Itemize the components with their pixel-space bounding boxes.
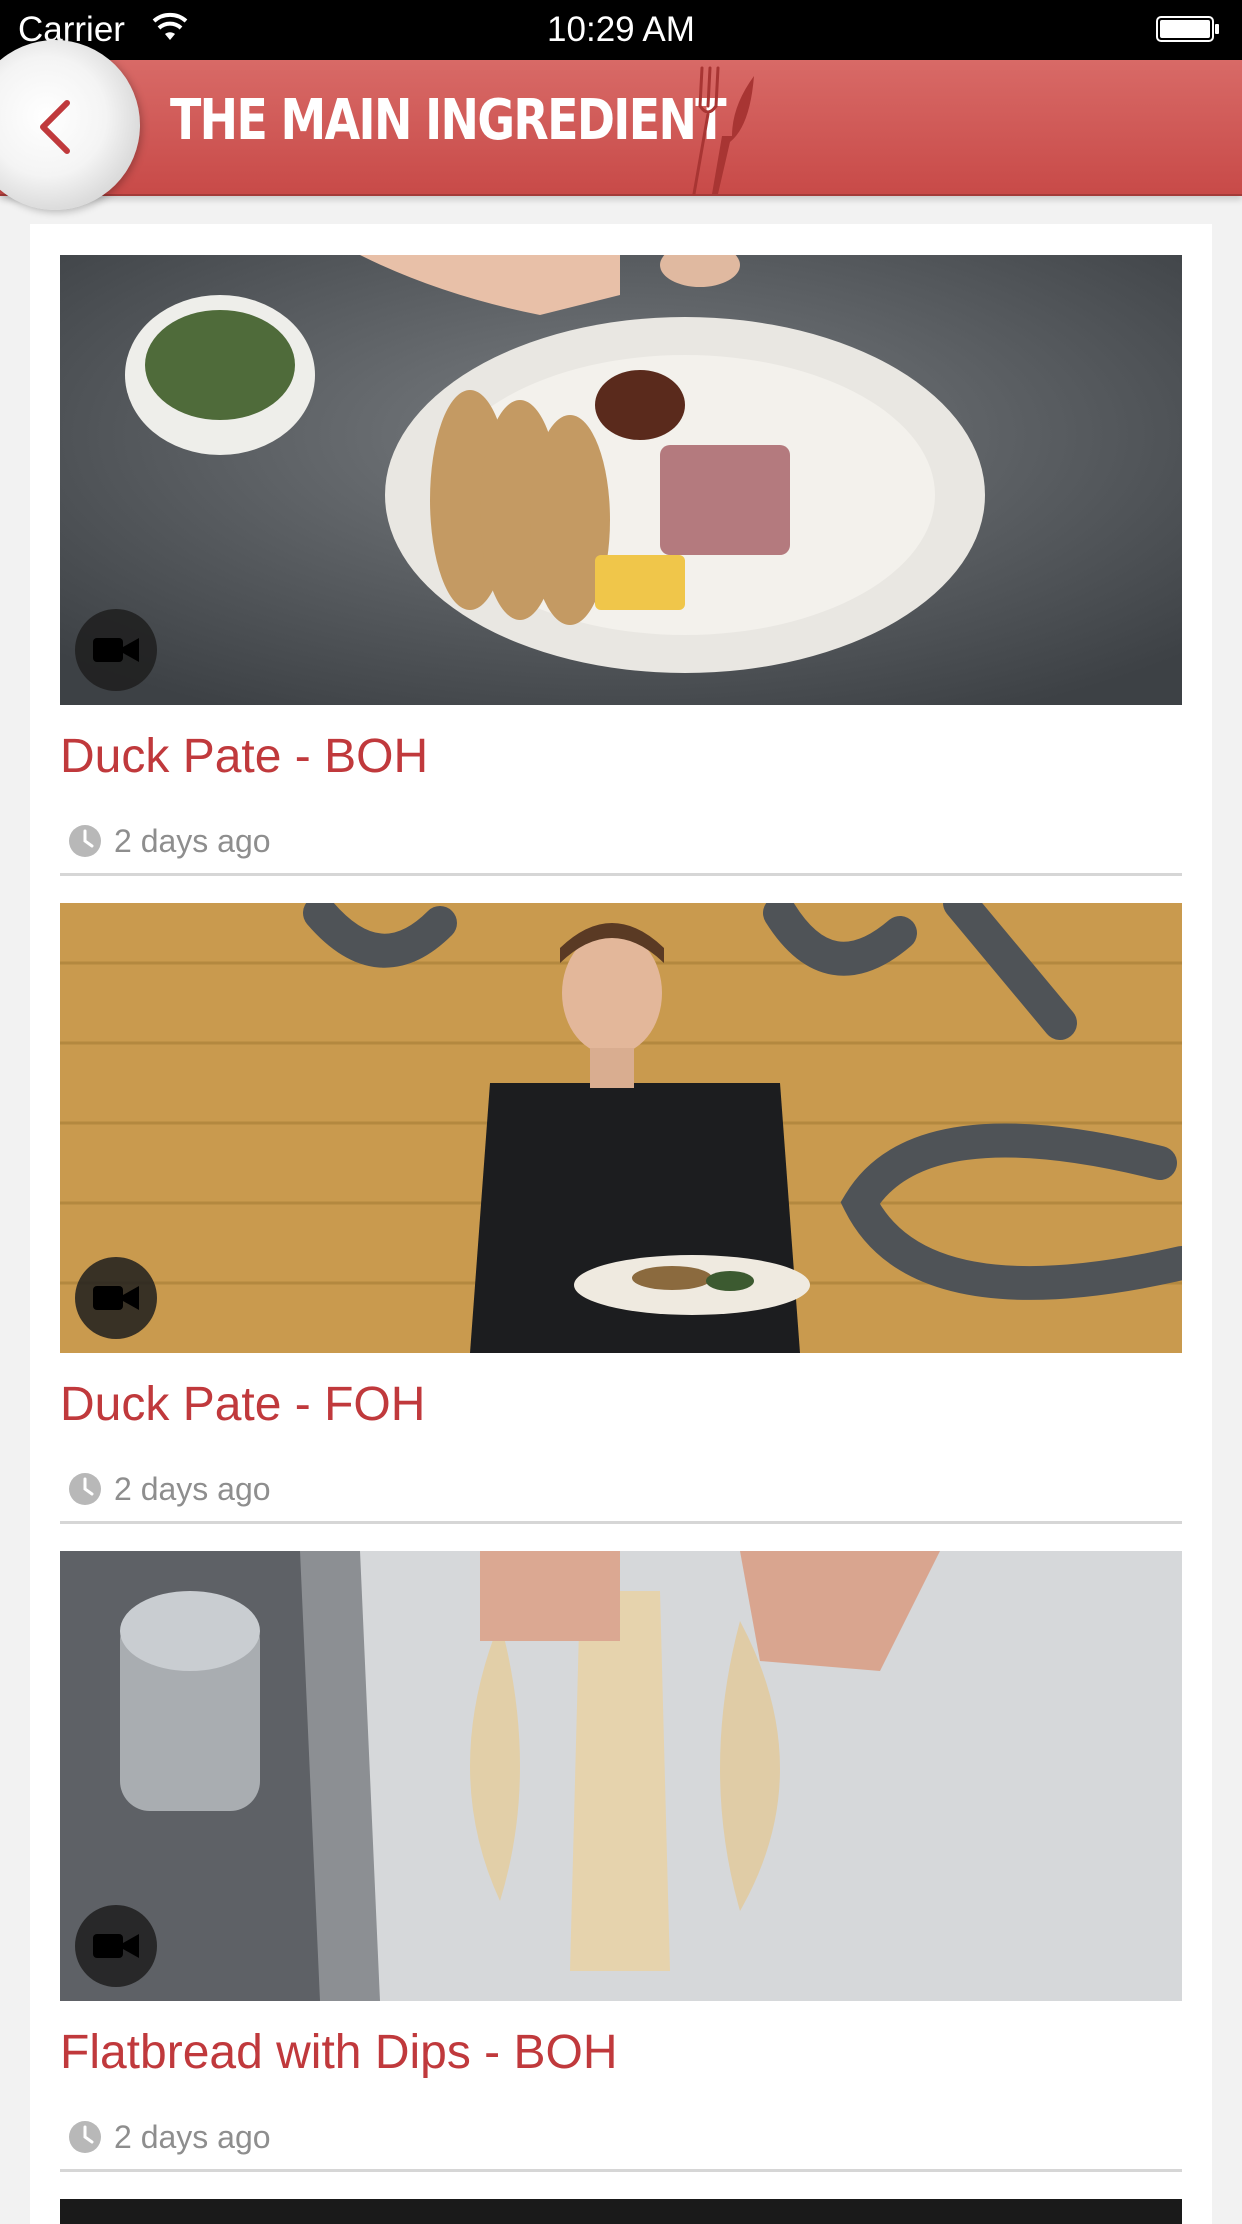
chevron-left-icon (40, 100, 70, 154)
waiter-presenting-dish-image (60, 903, 1182, 1353)
fork-knife-icon (692, 66, 754, 196)
status-bar: Carrier 10:29 AM (0, 0, 1242, 60)
divider (60, 1521, 1182, 1524)
divider (60, 2169, 1182, 2172)
video-badge (75, 609, 157, 691)
video-thumbnail[interactable] (60, 903, 1182, 1353)
video-camera-icon (93, 1286, 139, 1310)
video-thumbnail[interactable] (60, 1551, 1182, 2001)
list-item[interactable] (60, 2199, 1182, 2224)
item-title[interactable]: Flatbread with Dips - BOH (60, 2025, 618, 2080)
video-camera-icon (93, 638, 139, 662)
item-meta: 2 days ago (68, 2119, 271, 2155)
time-ago: 2 days ago (114, 2118, 271, 2155)
back-button[interactable] (0, 60, 110, 194)
item-title[interactable]: Duck Pate - BOH (60, 729, 428, 784)
duck-pate-plate-image (60, 255, 1182, 705)
time-ago: 2 days ago (114, 1470, 271, 1507)
divider (60, 873, 1182, 876)
video-badge (75, 1905, 157, 1987)
clock-icon (69, 825, 101, 857)
clock-icon (69, 1473, 101, 1505)
item-meta: 2 days ago (68, 1471, 271, 1507)
battery-icon (1156, 16, 1219, 42)
video-thumbnail[interactable] (60, 2199, 1182, 2224)
clock-icon (69, 2121, 101, 2153)
list-item[interactable]: Duck Pate - FOH 2 days ago (60, 903, 1182, 1525)
video-thumbnail[interactable] (60, 255, 1182, 705)
list-item[interactable]: Duck Pate - BOH 2 days ago (60, 255, 1182, 877)
flatbread-dough-image (60, 1551, 1182, 2001)
clock: 10:29 AM (547, 10, 695, 49)
video-camera-icon (93, 1934, 139, 1958)
item-meta: 2 days ago (68, 823, 271, 859)
app-header: THE MAIN INGREDIENT (0, 40, 1242, 210)
page-title: THE MAIN INGREDIENT (170, 88, 727, 153)
item-title[interactable]: Duck Pate - FOH (60, 1377, 425, 1432)
time-ago: 2 days ago (114, 822, 271, 859)
video-badge (75, 1257, 157, 1339)
video-list: Duck Pate - BOH 2 days ago Duck Pate - F… (30, 224, 1212, 2224)
list-item[interactable]: Flatbread with Dips - BOH 2 days ago (60, 1551, 1182, 2173)
